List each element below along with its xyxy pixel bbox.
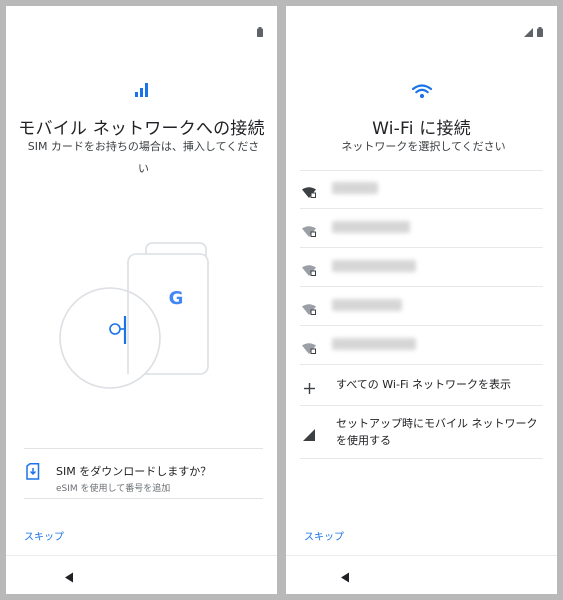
show-all-networks-label: すべての Wi-Fi ネットワークを表示	[336, 378, 512, 391]
network-name-obscured	[332, 260, 416, 272]
download-sim-label: SIM をダウンロードしますか？	[56, 465, 212, 478]
back-icon[interactable]	[64, 568, 74, 587]
download-sim-sublabel: eSIM を使用して番号を追加	[56, 484, 171, 494]
page-subtitle: SIM カードをお持ちの場合は、挿入してください	[27, 140, 260, 175]
sim-insert-illustration: G	[6, 234, 277, 394]
wifi-connect-screen: Wi-Fi に接続 ネットワークを選択してください すべての Wi-Fi ネット…	[286, 6, 557, 594]
page-subtitle: ネットワークを選択してください	[341, 140, 506, 153]
divider	[24, 498, 263, 499]
show-all-networks-button[interactable]: すべての Wi-Fi ネットワークを表示	[286, 365, 557, 405]
wifi-network-item[interactable]	[286, 326, 557, 364]
battery-icon	[537, 22, 543, 41]
network-name-obscured	[332, 221, 410, 233]
wifi-network-item[interactable]	[286, 209, 557, 247]
plus-icon	[304, 379, 315, 398]
use-mobile-network-option[interactable]: セットアップ時にモバイル ネットワークを使用する	[286, 406, 557, 458]
network-name-obscured	[332, 182, 378, 194]
wifi-icon	[286, 84, 557, 99]
status-bar	[286, 6, 557, 46]
signal-bars-icon	[6, 82, 277, 98]
wifi-network-item[interactable]	[286, 287, 557, 325]
network-name-obscured	[332, 338, 416, 350]
navigation-bar	[6, 555, 277, 594]
wifi-locked-icon	[302, 339, 316, 358]
battery-icon	[257, 22, 263, 41]
skip-button[interactable]: スキップ	[24, 528, 64, 543]
use-mobile-network-label: セットアップ時にモバイル ネットワークを使用する	[336, 417, 538, 447]
back-icon[interactable]	[340, 568, 350, 587]
divider	[300, 458, 543, 459]
status-bar	[6, 6, 277, 46]
sim-download-icon	[26, 463, 40, 484]
cellular-signal-icon	[303, 426, 315, 445]
navigation-bar	[286, 555, 557, 594]
wifi-locked-icon	[302, 222, 316, 241]
skip-button[interactable]: スキップ	[304, 528, 344, 543]
wifi-network-item[interactable]	[286, 248, 557, 286]
google-logo: G	[169, 288, 184, 309]
signal-icon	[524, 22, 533, 41]
network-name-obscured	[332, 299, 402, 311]
mobile-network-screen: モバイル ネットワークへの接続 SIM カードをお持ちの場合は、挿入してください…	[6, 6, 277, 594]
wifi-network-item[interactable]	[286, 170, 557, 208]
wifi-locked-icon	[302, 261, 316, 280]
wifi-locked-icon	[302, 300, 316, 319]
wifi-locked-icon	[302, 183, 316, 202]
download-sim-option[interactable]: SIM をダウンロードしますか？ eSIM を使用して番号を追加	[6, 449, 277, 498]
